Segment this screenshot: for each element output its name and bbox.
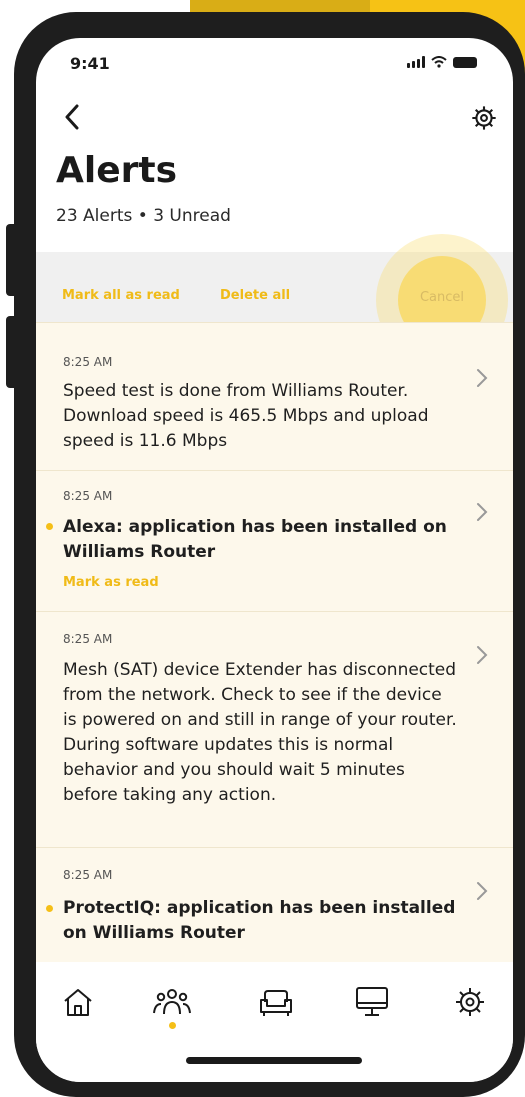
status-time: 9:41 <box>70 54 110 73</box>
signal-icon <box>407 56 425 68</box>
battery-icon <box>453 56 477 68</box>
unread-indicator <box>46 523 53 530</box>
couch-icon[interactable] <box>256 984 296 1020</box>
chevron-right-icon[interactable] <box>475 644 489 666</box>
chevron-right-icon[interactable] <box>475 501 489 523</box>
alert-time: 8:25 AM <box>63 868 113 882</box>
status-bar: 9:41 <box>36 38 513 86</box>
alert-time: 8:25 AM <box>63 489 113 503</box>
wifi-icon <box>431 56 447 68</box>
mark-as-read-link[interactable]: Mark as read <box>63 575 159 590</box>
volume-down-button <box>6 316 18 388</box>
alert-message: Mesh (SAT) device Extender has disconnec… <box>63 660 457 805</box>
chevron-right-icon[interactable] <box>475 880 489 902</box>
settings-gear-icon[interactable] <box>470 104 498 132</box>
back-arrow-icon[interactable] <box>60 102 86 132</box>
alert-item[interactable]: 8:25 AM ProtectIQ: application has been … <box>36 847 513 962</box>
active-tab-indicator <box>169 1022 176 1029</box>
status-icons <box>407 56 477 68</box>
alert-item[interactable]: 8:25 AM Mesh (SAT) device Extender has d… <box>36 611 513 848</box>
alert-item[interactable]: 8:25 AM Speed test is done from Williams… <box>36 322 513 471</box>
delete-all-button[interactable]: Delete all <box>220 288 290 303</box>
alert-message: Speed test is done from Williams Router.… <box>63 381 429 451</box>
alert-item[interactable]: 8:25 AM Alexa: application has been inst… <box>36 470 513 612</box>
mark-all-read-button[interactable]: Mark all as read <box>62 288 180 303</box>
alert-message: Alexa: application has been installed on… <box>63 517 447 562</box>
chevron-right-icon[interactable] <box>475 367 489 389</box>
home-icon[interactable] <box>58 984 98 1020</box>
alert-time: 8:25 AM <box>63 632 113 646</box>
monitor-icon[interactable] <box>352 984 392 1020</box>
alert-time: 8:25 AM <box>63 355 113 369</box>
home-indicator[interactable] <box>186 1057 362 1064</box>
screen: 9:41 Alerts 23 Alerts • 3 Unread Mark al… <box>36 38 513 1082</box>
alerts-list: 8:25 AM Speed test is done from Williams… <box>36 322 513 962</box>
page-title: Alerts <box>56 150 178 191</box>
alert-message: ProtectIQ: application has been installe… <box>63 898 456 943</box>
cancel-button[interactable]: Cancel <box>412 290 472 305</box>
people-icon[interactable] <box>152 984 192 1020</box>
gear-icon[interactable] <box>450 984 490 1020</box>
volume-up-button <box>6 224 18 296</box>
alerts-count: 23 Alerts • 3 Unread <box>56 206 231 226</box>
tab-bar <box>36 962 513 1082</box>
unread-indicator <box>46 905 53 912</box>
